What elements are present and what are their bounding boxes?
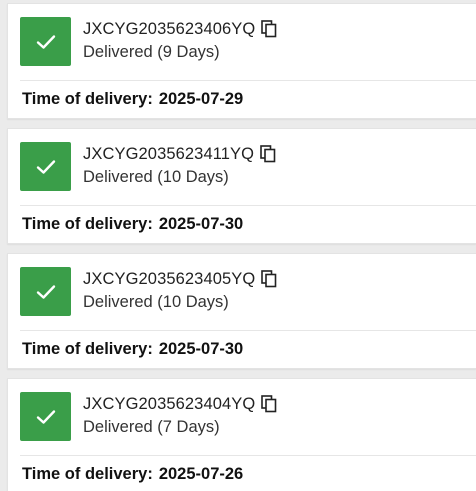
shipment-card[interactable]: JXCYG2035623411YQ Delivered (10 Days) Ti… [7, 128, 476, 244]
divider [20, 205, 476, 206]
delivery-status: Delivered (10 Days) [83, 168, 229, 186]
delivered-status-badge [20, 17, 71, 66]
delivery-time-label: Time of delivery: [22, 465, 153, 483]
divider [20, 80, 476, 81]
tracking-number: JXCYG2035623404YQ [83, 394, 256, 413]
divider [20, 330, 476, 331]
copy-icon[interactable] [261, 20, 277, 38]
delivery-time: Time of delivery: 2025-07-26 [22, 465, 243, 484]
tracking-number-row: JXCYG2035623411YQ [83, 143, 276, 165]
tracking-number: JXCYG2035623406YQ [83, 19, 256, 38]
tracking-number: JXCYG2035623411YQ [83, 144, 255, 163]
tracking-number-row: JXCYG2035623405YQ [83, 268, 277, 290]
delivery-date: 2025-07-30 [158, 215, 244, 233]
tracking-number: JXCYG2035623405YQ [83, 269, 256, 288]
delivery-status: Delivered (7 Days) [83, 418, 220, 436]
check-icon [36, 34, 55, 49]
delivery-time-label: Time of delivery: [22, 215, 153, 233]
shipment-list: JXCYG2035623406YQ Delivered (9 Days) Tim… [0, 0, 476, 491]
check-icon [36, 409, 55, 424]
delivery-date: 2025-07-30 [158, 340, 244, 358]
delivered-status-badge [20, 142, 71, 191]
tracking-number-row: JXCYG2035623406YQ [83, 18, 277, 40]
check-icon [36, 284, 55, 299]
tracking-number-row: JXCYG2035623404YQ [83, 393, 277, 415]
delivered-status-badge [20, 392, 71, 441]
shipment-card[interactable]: JXCYG2035623406YQ Delivered (9 Days) Tim… [7, 3, 476, 119]
shipment-card[interactable]: JXCYG2035623404YQ Delivered (7 Days) Tim… [7, 378, 476, 491]
copy-icon[interactable] [261, 270, 277, 288]
divider [20, 455, 476, 456]
delivery-time: Time of delivery: 2025-07-30 [22, 215, 243, 234]
delivered-status-badge [20, 267, 71, 316]
delivery-time-label: Time of delivery: [22, 340, 153, 358]
copy-icon[interactable] [260, 145, 276, 163]
delivery-time: Time of delivery: 2025-07-30 [22, 340, 243, 359]
delivery-date: 2025-07-26 [158, 465, 244, 483]
copy-icon[interactable] [261, 395, 277, 413]
shipment-card[interactable]: JXCYG2035623405YQ Delivered (10 Days) Ti… [7, 253, 476, 369]
delivery-time-label: Time of delivery: [22, 90, 153, 108]
check-icon [36, 159, 55, 174]
delivery-status: Delivered (10 Days) [83, 293, 229, 311]
delivery-date: 2025-07-29 [158, 90, 244, 108]
delivery-status: Delivered (9 Days) [83, 43, 220, 61]
delivery-time: Time of delivery: 2025-07-29 [22, 90, 243, 109]
